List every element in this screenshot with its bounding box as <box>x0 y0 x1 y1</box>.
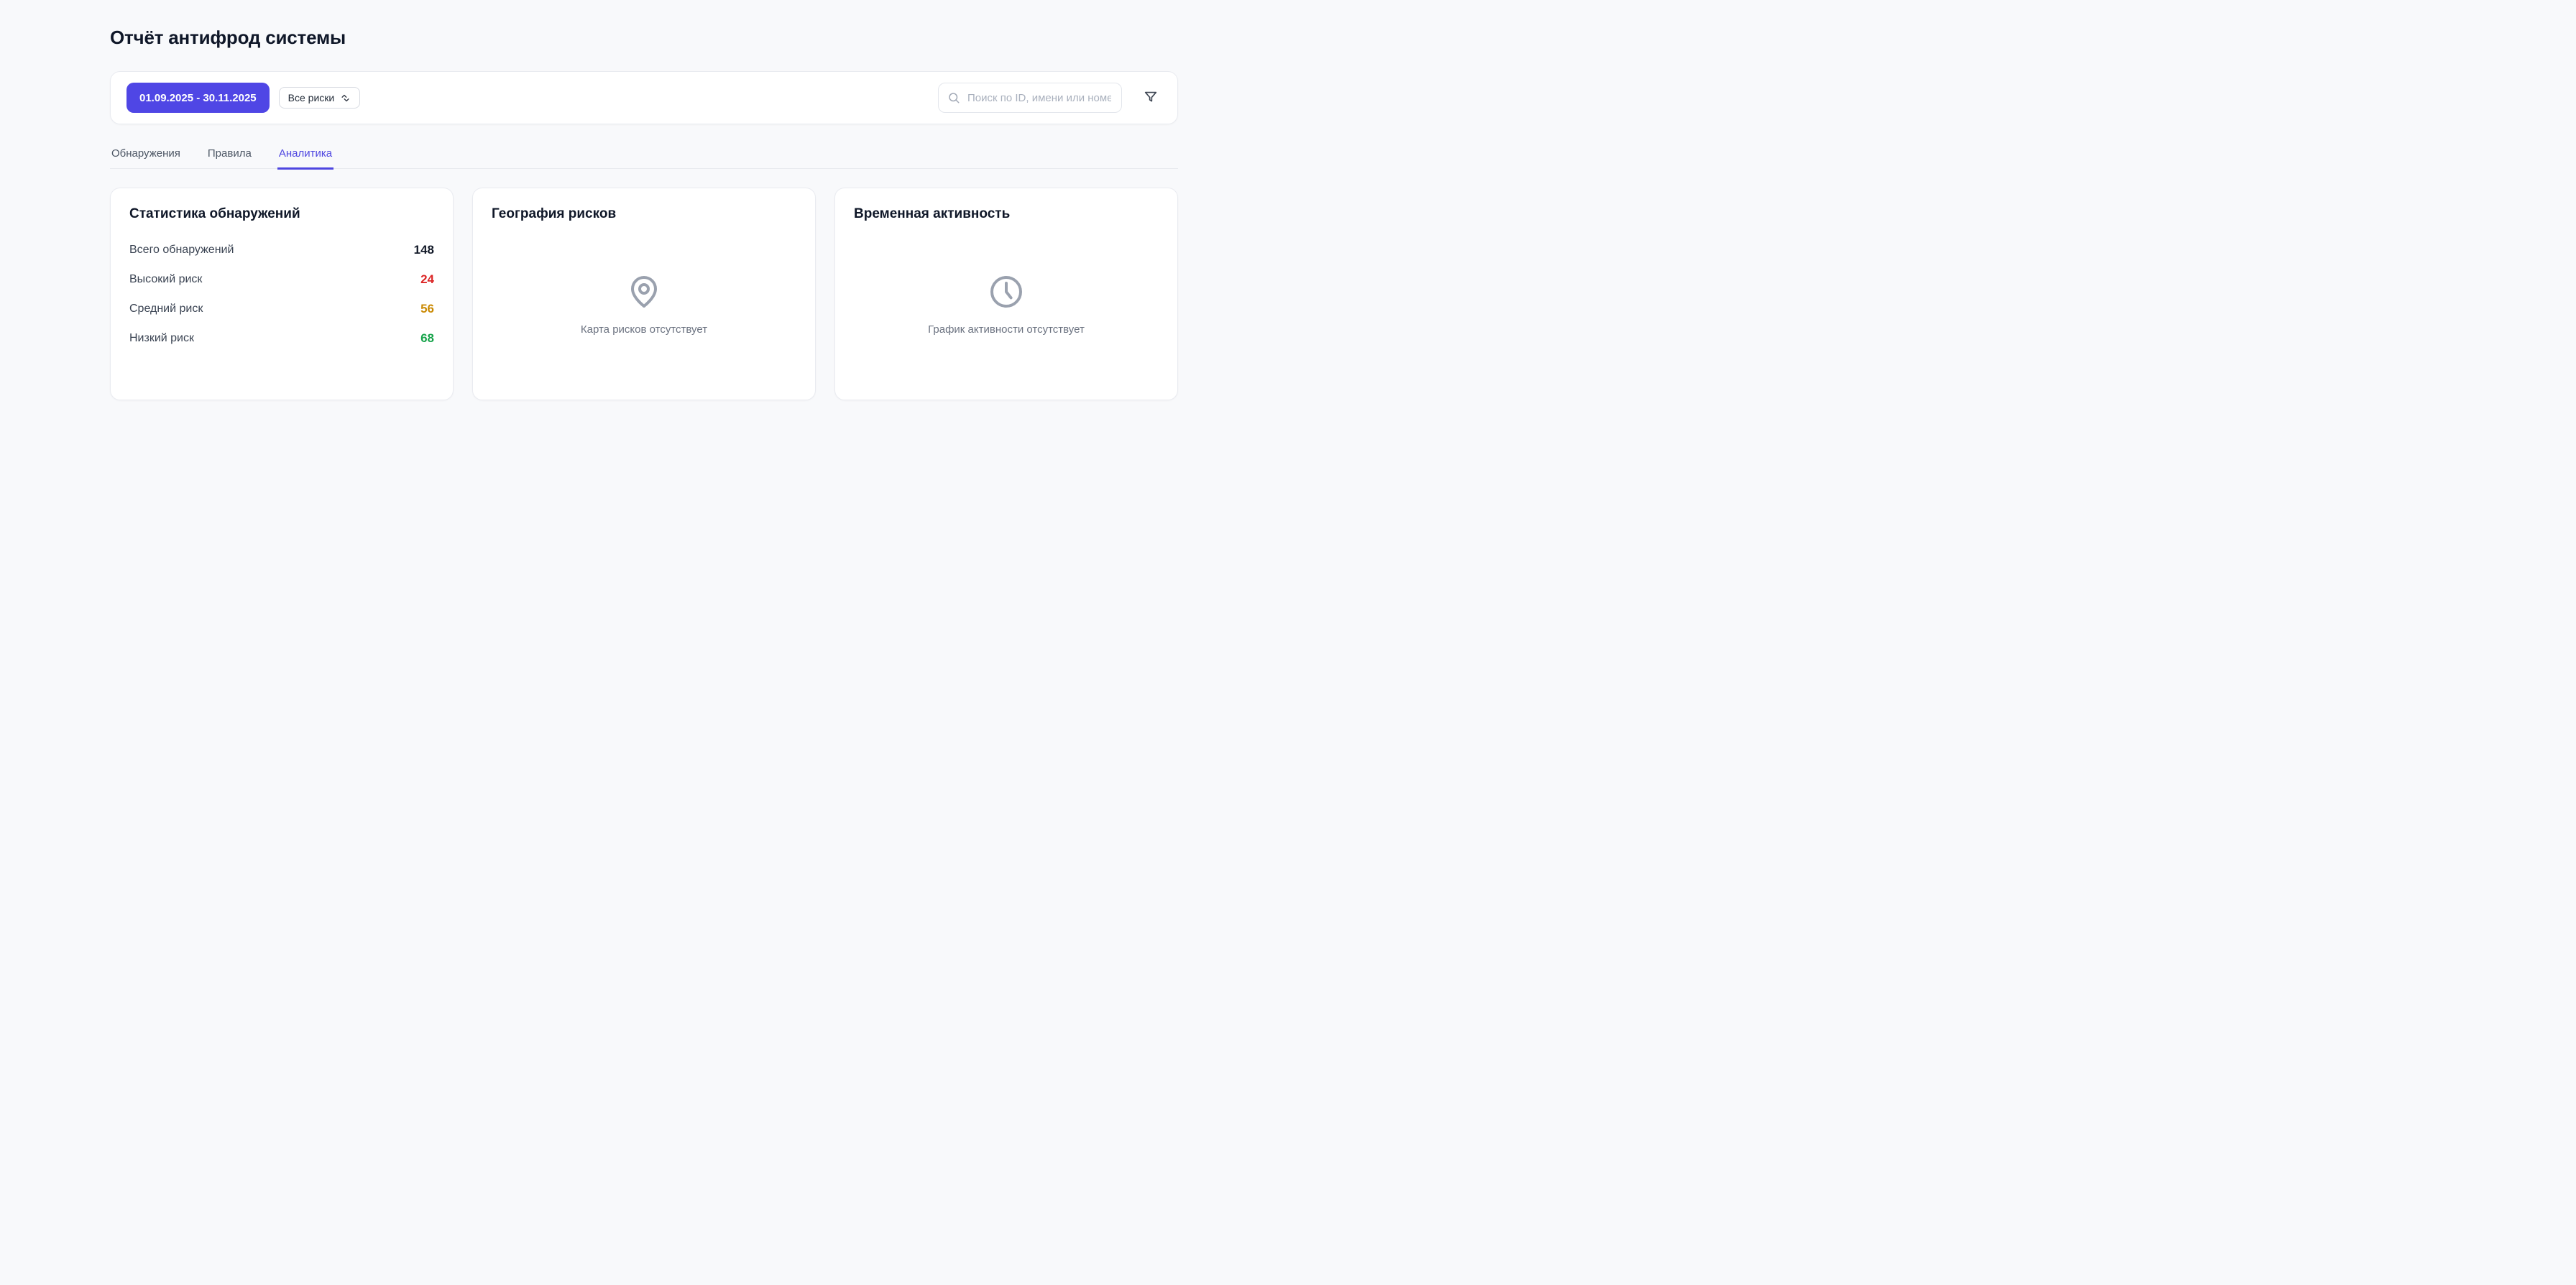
date-range-button[interactable]: 01.09.2025 - 30.11.2025 <box>126 83 270 113</box>
funnel-icon <box>1143 89 1159 107</box>
stat-label: Всего обнаружений <box>129 244 234 257</box>
stat-value: 56 <box>420 302 434 316</box>
empty-state-text: График активности отсутствует <box>928 323 1085 336</box>
filter-button[interactable] <box>1140 86 1162 110</box>
stat-label: Низкий риск <box>129 332 194 345</box>
tab-rules[interactable]: Правила <box>206 146 253 170</box>
tab-detections[interactable]: Обнаружения <box>110 146 182 170</box>
chevrons-up-down-icon <box>340 93 351 103</box>
geography-empty-state: Карта рисков отсутствует <box>492 222 796 382</box>
empty-state-text: Карта рисков отсутствует <box>581 323 707 336</box>
clock-icon <box>989 275 1024 313</box>
time-activity-card: Временная активность График активности о… <box>834 188 1178 400</box>
stat-value: 68 <box>420 331 434 346</box>
stat-row-low-risk: Низкий риск 68 <box>129 323 434 353</box>
report-page: Отчёт антифрод системы 01.09.2025 - 30.1… <box>110 0 1178 400</box>
search-field <box>938 83 1122 113</box>
card-title: Временная активность <box>854 206 1159 222</box>
stat-row-total: Всего обнаружений 148 <box>129 235 434 264</box>
activity-empty-state: График активности отсутствует <box>854 222 1159 382</box>
analytics-cards: Статистика обнаружений Всего обнаружений… <box>110 188 1178 400</box>
page-title: Отчёт антифрод системы <box>110 27 1178 49</box>
stat-value: 148 <box>414 243 434 257</box>
tab-analytics[interactable]: Аналитика <box>277 146 334 170</box>
search-input[interactable] <box>966 91 1113 105</box>
filter-bar: 01.09.2025 - 30.11.2025 Все риски <box>110 71 1178 124</box>
risk-geography-card: География рисков Карта рисков отсутствуе… <box>472 188 816 400</box>
card-title: Статистика обнаружений <box>129 206 434 222</box>
card-title: География рисков <box>492 206 796 222</box>
stat-row-high-risk: Высокий риск 24 <box>129 264 434 294</box>
risk-filter-value: Все риски <box>288 92 335 103</box>
stat-label: Высокий риск <box>129 273 202 286</box>
stat-row-medium-risk: Средний риск 56 <box>129 294 434 323</box>
stats-list: Всего обнаружений 148 Высокий риск 24 Ср… <box>129 235 434 353</box>
tab-bar: Обнаружения Правила Аналитика <box>110 146 1178 169</box>
risk-filter-select[interactable]: Все риски <box>279 87 361 109</box>
stat-label: Средний риск <box>129 303 203 316</box>
stat-value: 24 <box>420 272 434 287</box>
map-pin-icon <box>627 275 661 313</box>
detection-stats-card: Статистика обнаружений Всего обнаружений… <box>110 188 454 400</box>
search-icon <box>947 91 960 104</box>
